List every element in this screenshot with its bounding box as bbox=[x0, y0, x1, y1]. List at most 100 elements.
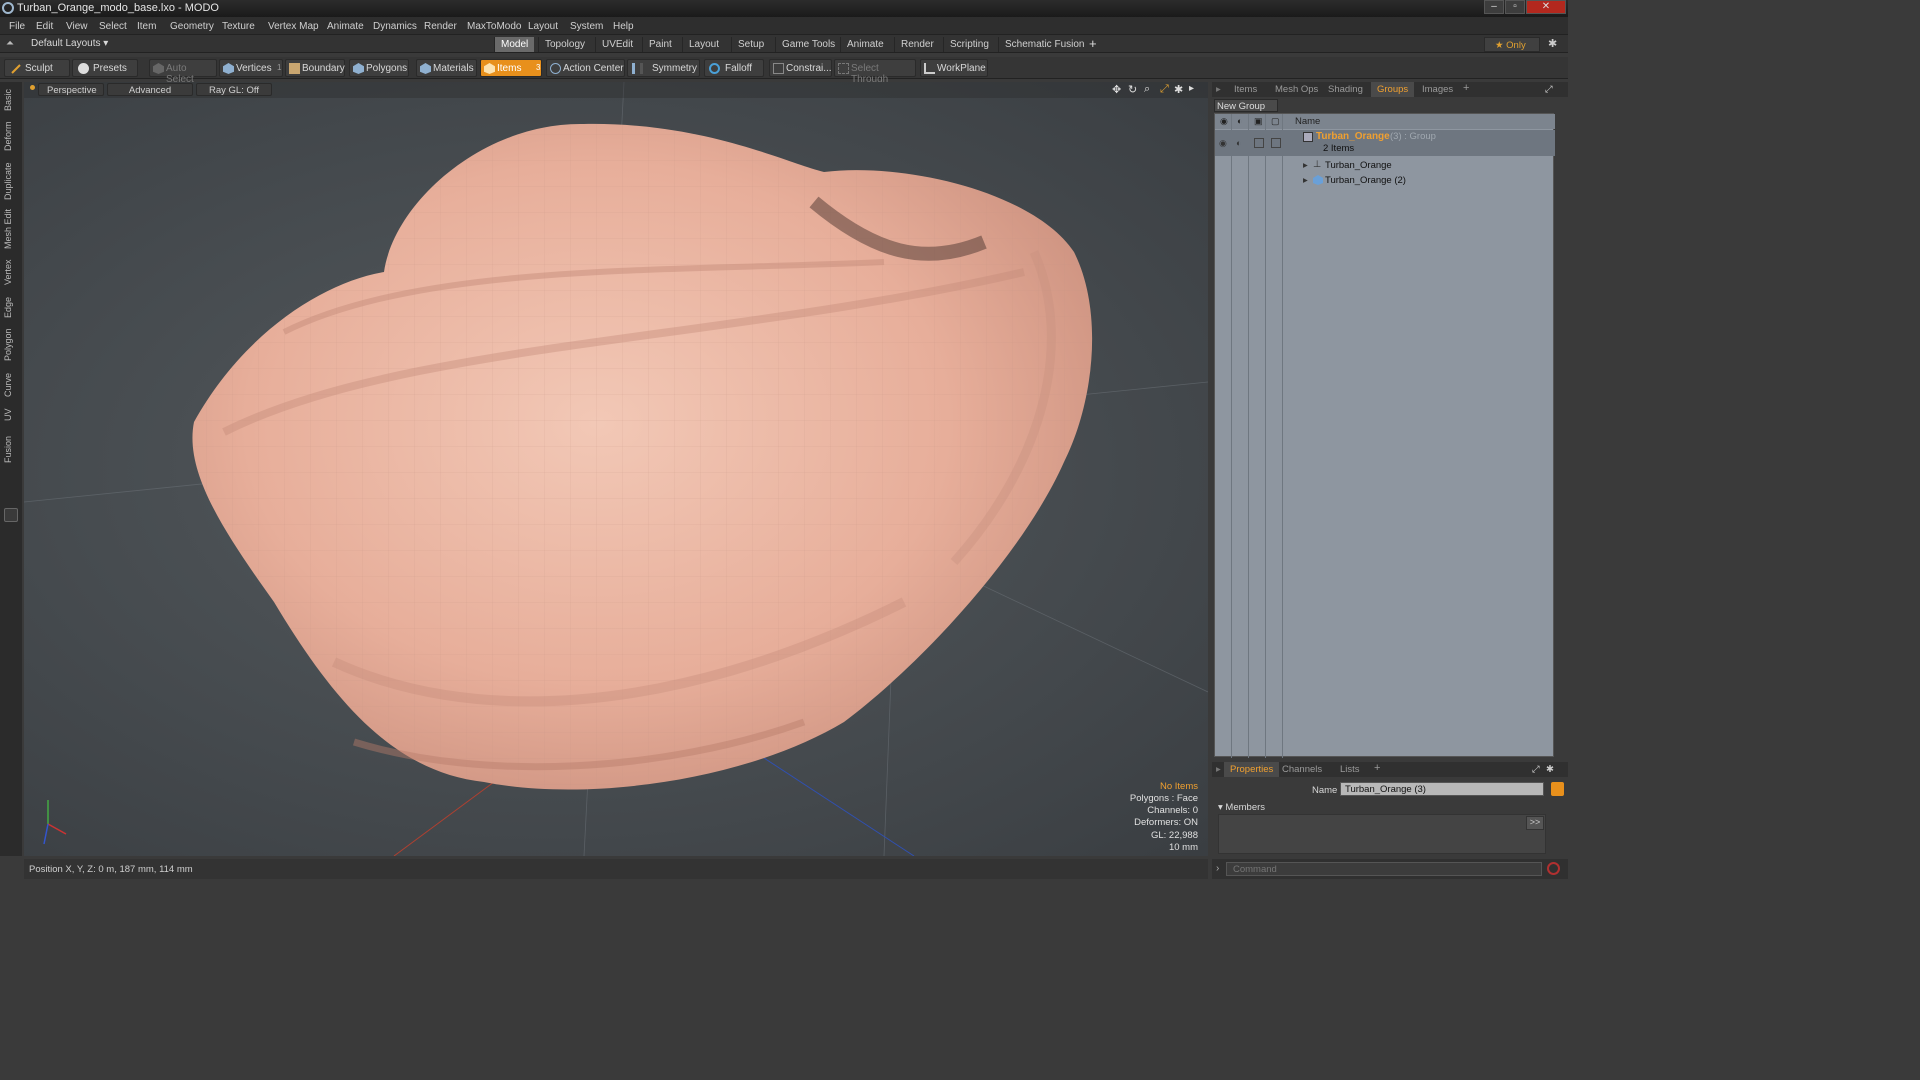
falloff-button[interactable]: Falloff bbox=[704, 59, 764, 77]
tab-animate[interactable]: Animate bbox=[840, 37, 890, 52]
members-list[interactable] bbox=[1218, 814, 1546, 854]
zoom-icon[interactable]: ⌕ bbox=[1144, 83, 1150, 96]
tab-scripting[interactable]: Scripting bbox=[943, 37, 995, 52]
gear-icon[interactable]: ✱ bbox=[1548, 37, 1557, 50]
advanced-dropdown[interactable]: Advanced bbox=[107, 83, 193, 96]
tab-channels[interactable]: Channels bbox=[1282, 762, 1322, 777]
tab-topology[interactable]: Topology bbox=[538, 37, 591, 52]
lock-toggle[interactable] bbox=[1254, 138, 1264, 148]
group-row[interactable]: ◉ ◐ Turban_Orange (3) : Group 2 Items bbox=[1215, 130, 1555, 156]
presets-button[interactable]: Presets bbox=[72, 59, 138, 77]
new-group-button[interactable]: New Group bbox=[1214, 99, 1278, 112]
menu-geometry[interactable]: Geometry bbox=[170, 21, 214, 32]
members-section[interactable]: ▾ Members bbox=[1218, 802, 1265, 813]
tab-render[interactable]: Render bbox=[894, 37, 940, 52]
list-item[interactable]: ▸ Turban_Orange (2) bbox=[1215, 173, 1555, 188]
visibility-toggle-icon[interactable]: ◉ bbox=[1219, 138, 1227, 149]
tab-fusion[interactable]: Fusion bbox=[3, 430, 17, 468]
render-toggle-icon[interactable]: ◐ bbox=[1236, 138, 1241, 148]
list-item[interactable]: ▸ ⊥ Turban_Orange bbox=[1215, 158, 1555, 173]
layouts-dropdown[interactable]: Default Layouts ▾ bbox=[31, 38, 108, 49]
collapse-icon[interactable]: ⏶ bbox=[6, 38, 14, 49]
menu-maxtomodo[interactable]: MaxToModo bbox=[467, 21, 521, 32]
maximize-button[interactable]: ▫ bbox=[1505, 0, 1525, 14]
add-tab-button[interactable]: + bbox=[1089, 36, 1097, 51]
rotate-icon[interactable]: ↻ bbox=[1128, 83, 1137, 96]
tab-model[interactable]: Model bbox=[494, 37, 535, 52]
name-field[interactable] bbox=[1340, 782, 1544, 796]
tab-layout[interactable]: Layout bbox=[682, 37, 725, 52]
menu-texture[interactable]: Texture bbox=[222, 21, 255, 32]
menu-system[interactable]: System bbox=[570, 21, 603, 32]
tab-edge[interactable]: Edge bbox=[3, 294, 17, 320]
auto-select-button[interactable]: Auto Select bbox=[149, 59, 217, 85]
select-col-icon[interactable]: ▢ bbox=[1271, 116, 1280, 127]
tab-schematic-fusion[interactable]: Schematic Fusion bbox=[998, 37, 1090, 52]
tab-images[interactable]: Images bbox=[1422, 82, 1453, 97]
menu-animate[interactable]: Animate bbox=[327, 21, 364, 32]
list-scrollbar[interactable] bbox=[1555, 134, 1556, 734]
menu-layout[interactable]: Layout bbox=[528, 21, 558, 32]
only-button[interactable]: ★ Only bbox=[1484, 37, 1540, 52]
select-through-button[interactable]: Select Through bbox=[834, 59, 916, 85]
add-members-button[interactable]: >> bbox=[1526, 816, 1544, 830]
menu-help[interactable]: Help bbox=[613, 21, 634, 32]
palette-toggle-button[interactable] bbox=[4, 508, 18, 522]
tab-vertex[interactable]: Vertex bbox=[3, 256, 17, 288]
workplane-button[interactable]: WorkPlane bbox=[920, 59, 988, 77]
materials-button[interactable]: Materials bbox=[416, 59, 477, 77]
menu-select[interactable]: Select bbox=[99, 21, 127, 32]
add-tab-icon[interactable]: + bbox=[1374, 762, 1380, 777]
vertices-button[interactable]: Vertices 1 bbox=[219, 59, 283, 77]
menu-dynamics[interactable]: Dynamics bbox=[373, 21, 417, 32]
constraints-button[interactable]: Constrai... bbox=[769, 59, 832, 77]
menu-render[interactable]: Render bbox=[424, 21, 457, 32]
fit-icon[interactable]: ⤢ bbox=[1160, 83, 1169, 96]
minimize-button[interactable]: – bbox=[1484, 0, 1504, 14]
tab-setup[interactable]: Setup bbox=[731, 37, 770, 52]
perspective-dropdown[interactable]: Perspective bbox=[38, 83, 104, 96]
close-button[interactable]: ✕ bbox=[1526, 0, 1566, 14]
tab-mesh-edit[interactable]: Mesh Edit bbox=[3, 208, 17, 250]
menu-view[interactable]: View bbox=[66, 21, 88, 32]
lock-col-icon[interactable]: ▣ bbox=[1254, 116, 1263, 127]
symmetry-button[interactable]: Symmetry bbox=[627, 59, 700, 77]
sculpt-button[interactable]: Sculpt bbox=[4, 59, 70, 77]
expand-panel-icon[interactable]: ⤢ bbox=[1545, 82, 1553, 97]
tab-deform[interactable]: Deform bbox=[3, 118, 17, 154]
visibility-col-icon[interactable]: ◉ bbox=[1220, 116, 1228, 127]
pan-icon[interactable]: ✥ bbox=[1112, 83, 1121, 96]
panel-collapse-icon[interactable]: ▸ bbox=[1216, 762, 1221, 777]
tab-shading[interactable]: Shading bbox=[1328, 82, 1363, 97]
add-tab-icon[interactable]: + bbox=[1463, 82, 1469, 97]
tab-lists[interactable]: Lists bbox=[1340, 762, 1360, 777]
tab-duplicate[interactable]: Duplicate bbox=[3, 160, 17, 202]
viewport-settings-icon[interactable]: ✱ bbox=[1174, 83, 1183, 96]
menu-item[interactable]: Item bbox=[137, 21, 156, 32]
select-toggle[interactable] bbox=[1271, 138, 1281, 148]
color-swatch[interactable] bbox=[1551, 782, 1564, 796]
menu-vertex-map[interactable]: Vertex Map bbox=[268, 21, 319, 32]
tab-basic[interactable]: Basic bbox=[3, 86, 17, 114]
name-column-header[interactable]: Name bbox=[1295, 116, 1320, 127]
tab-game-tools[interactable]: Game Tools bbox=[775, 37, 841, 52]
polygons-button[interactable]: Polygons bbox=[349, 59, 409, 77]
tab-uvedit[interactable]: UVEdit bbox=[595, 37, 639, 52]
tab-curve[interactable]: Curve bbox=[3, 370, 17, 400]
render-col-icon[interactable]: ◐ bbox=[1237, 116, 1242, 126]
gear-icon[interactable]: ✱ bbox=[1546, 762, 1554, 777]
stop-icon[interactable] bbox=[1547, 862, 1560, 875]
tab-polygon[interactable]: Polygon bbox=[3, 326, 17, 364]
tab-properties[interactable]: Properties bbox=[1224, 762, 1280, 777]
tab-paint[interactable]: Paint bbox=[642, 37, 678, 52]
panel-collapse-icon[interactable]: ▸ bbox=[1216, 82, 1221, 97]
expand-arrow-icon[interactable]: ▸ bbox=[1303, 175, 1308, 186]
3d-viewport[interactable]: Perspective Advanced Ray GL: Off ✥ ↻ ⌕ ⤢… bbox=[24, 82, 1208, 856]
action-center-button[interactable]: Action Center bbox=[546, 59, 625, 77]
menu-file[interactable]: File bbox=[9, 21, 25, 32]
expand-arrow-icon[interactable]: ▸ bbox=[1303, 160, 1308, 171]
command-input[interactable] bbox=[1226, 862, 1542, 876]
tab-uv[interactable]: UV bbox=[3, 406, 17, 424]
viewport-menu-icon[interactable]: ▸ bbox=[1189, 83, 1194, 94]
tab-items[interactable]: Items bbox=[1234, 82, 1257, 97]
